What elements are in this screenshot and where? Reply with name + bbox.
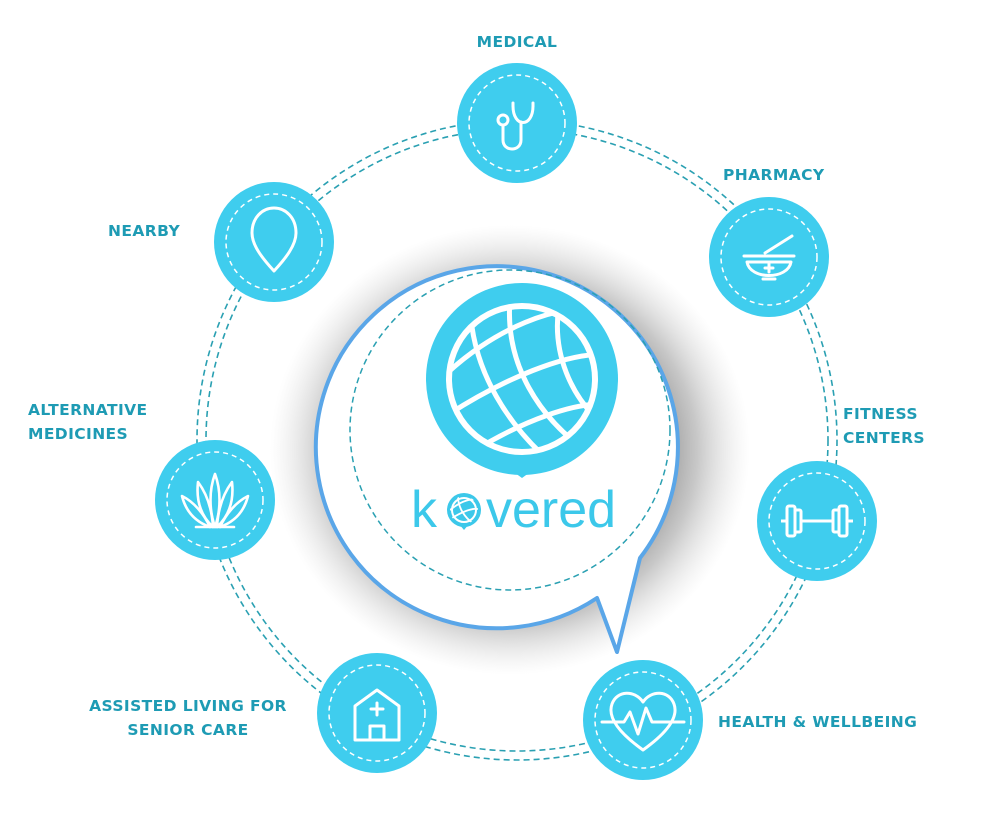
pharmacy-node[interactable]: [709, 197, 829, 317]
alternative-medicines-node[interactable]: [155, 440, 275, 560]
alternative-medicines-label: ALTERNATIVE MEDICINES: [28, 401, 148, 443]
pharmacy-label: PHARMACY: [723, 166, 825, 184]
assisted-living-label: ASSISTED LIVING FOR SENIOR CARE: [89, 697, 287, 739]
medical-label: MEDICAL: [476, 33, 558, 51]
nearby-label: NEARBY: [108, 222, 181, 240]
fitness-centers-label: FITNESS CENTERS: [843, 405, 925, 447]
medical-node[interactable]: [457, 63, 577, 183]
assisted-living-node[interactable]: [317, 653, 437, 773]
wordmark-suffix: vered: [486, 481, 616, 539]
health-wellbeing-node[interactable]: [583, 660, 703, 780]
fitness-centers-node[interactable]: [757, 461, 877, 581]
nearby-node[interactable]: [214, 182, 334, 302]
health-wellbeing-label: HEALTH & WELLBEING: [718, 713, 918, 731]
wordmark-prefix: k: [411, 481, 438, 539]
